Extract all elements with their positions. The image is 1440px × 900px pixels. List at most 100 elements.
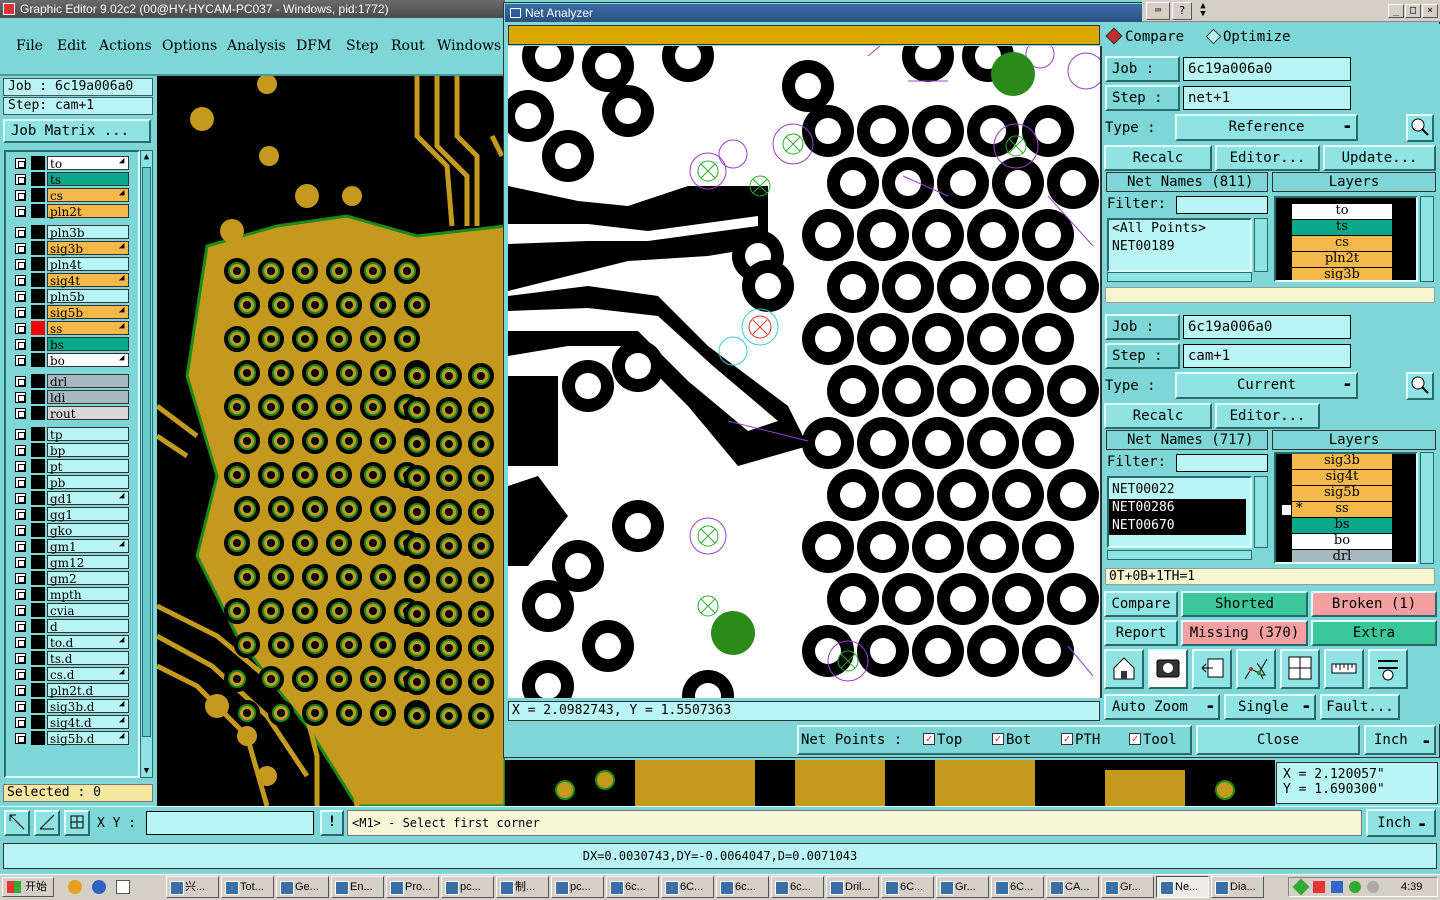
ref-layer-list[interactable]: to ts cs pln2t sig3b	[1274, 196, 1418, 282]
layer-arrow-icon[interactable]: ◢	[119, 539, 128, 549]
menu-analysis[interactable]: Analysis	[227, 38, 286, 54]
taskbar-item[interactable]: CA...	[1046, 876, 1099, 898]
scroll-down-icon[interactable]: ▼	[142, 765, 151, 777]
ref-type-dropdown[interactable]: Reference ▬	[1175, 114, 1358, 141]
top-checkbox[interactable]: ✓	[923, 733, 935, 745]
layer-checkbox[interactable]	[15, 685, 26, 696]
layer-arrow-icon[interactable]: ◢	[119, 305, 128, 315]
layer-marker[interactable]	[31, 475, 45, 489]
cur-filter-input[interactable]	[1176, 454, 1268, 472]
layer-name[interactable]: to.d	[47, 635, 129, 650]
taskbar-item[interactable]: Ge...	[276, 876, 329, 898]
menu-edit[interactable]: Edit	[57, 38, 86, 54]
layer-name[interactable]: sig3b	[47, 241, 129, 256]
undo-icon[interactable]	[1192, 649, 1232, 689]
layer-arrow-icon[interactable]: ◢	[119, 731, 128, 741]
layer-name[interactable]: pln2t.d	[47, 683, 129, 698]
taskbar-item[interactable]: 6C...	[661, 876, 714, 898]
auto-zoom-dropdown[interactable]: Auto Zoom ▬	[1104, 694, 1220, 720]
quicklaunch-icon[interactable]	[92, 880, 106, 894]
layer-row-gko[interactable]: gko	[14, 523, 130, 538]
taskbar-item[interactable]: 6C...	[991, 876, 1044, 898]
layer-arrow-icon[interactable]: ◢	[119, 635, 128, 645]
layer-row-gg1[interactable]: gg1	[14, 507, 130, 522]
list-item[interactable]: NET00022	[1109, 481, 1250, 499]
layer-checkbox[interactable]	[15, 355, 26, 366]
menu-dfm[interactable]: DFM	[296, 38, 331, 54]
ref-net-hscrollbar[interactable]	[1107, 272, 1252, 282]
layer-row-ts[interactable]: ts	[14, 172, 130, 187]
single-dropdown[interactable]: Single ▬	[1224, 694, 1316, 720]
broken-button[interactable]: Broken (1)	[1311, 591, 1437, 617]
tray-icon[interactable]	[1292, 878, 1310, 896]
units-dropdown[interactable]: Inch ▬	[1366, 809, 1436, 837]
layer-marker[interactable]	[31, 241, 45, 255]
layer-name[interactable]: sig4t.d	[47, 715, 129, 730]
ref-step-field[interactable]: net+1	[1183, 86, 1351, 110]
layer-name[interactable]: gg1	[47, 507, 129, 522]
menu-actions[interactable]: Actions	[99, 38, 152, 54]
layer-marker[interactable]	[31, 172, 45, 186]
layer-marker[interactable]	[31, 353, 45, 367]
cur-layer-list[interactable]: sig3b sig4t sig5b * ss bs bo drl	[1274, 452, 1418, 564]
layer-name[interactable]: pln5b	[47, 289, 129, 304]
layer-checkbox[interactable]	[15, 621, 26, 632]
cur-recalc-button[interactable]: Recalc	[1104, 403, 1212, 429]
layer-item[interactable]: cs	[1292, 236, 1392, 252]
layer-row-gm12[interactable]: gm12	[14, 555, 130, 570]
layer-marker[interactable]	[31, 427, 45, 441]
layer-marker[interactable]	[31, 225, 45, 239]
layer-list-scrollbar[interactable]: ▲ ▼	[140, 150, 153, 778]
menu-file[interactable]: File	[16, 38, 43, 54]
layer-arrow-icon[interactable]: ◢	[119, 321, 128, 331]
taskbar-item[interactable]: En...	[331, 876, 384, 898]
layer-row-cvia[interactable]: cvia	[14, 603, 130, 618]
layer-checkbox[interactable]	[15, 557, 26, 568]
cur-layer-scrollbar[interactable]	[1420, 452, 1434, 564]
layer-row-ss[interactable]: ss ◢	[14, 321, 130, 336]
layer-marker[interactable]	[31, 603, 45, 617]
layer-checkbox[interactable]	[15, 339, 26, 350]
layer-marker[interactable]	[31, 731, 45, 745]
layer-name[interactable]: tp	[47, 427, 129, 442]
layer-name[interactable]: gko	[47, 523, 129, 538]
layer-checkbox[interactable]	[15, 733, 26, 744]
layer-checkbox[interactable]	[15, 669, 26, 680]
ref-update-button[interactable]: Update...	[1323, 145, 1436, 171]
layer-arrow-icon[interactable]: ◢	[119, 667, 128, 677]
menu-windows[interactable]: Windows	[437, 38, 501, 54]
layer-checkbox[interactable]	[15, 525, 26, 536]
layer-marker[interactable]	[31, 651, 45, 665]
taskbar-item[interactable]: 6c...	[606, 876, 659, 898]
report-button[interactable]: Report	[1104, 620, 1178, 646]
layer-row-ts-d[interactable]: ts.d	[14, 651, 130, 666]
layer-name[interactable]: to	[47, 156, 129, 171]
layer-checkbox[interactable]	[15, 477, 26, 488]
cur-net-list[interactable]: NET00022 NET00286 NET00670	[1107, 476, 1252, 548]
window-zoom-icon[interactable]	[1280, 649, 1320, 689]
layer-marker[interactable]	[31, 635, 45, 649]
taskbar-item[interactable]: pc...	[551, 876, 604, 898]
layer-marker[interactable]	[31, 156, 45, 170]
layer-item[interactable]: drl	[1292, 550, 1392, 562]
taskbar-item[interactable]: 兴...	[166, 876, 219, 898]
layer-name[interactable]: drl	[47, 374, 129, 389]
layer-row-sig3b-d[interactable]: sig3b.d ◢	[14, 699, 130, 714]
tray-icon[interactable]	[1367, 881, 1379, 893]
layer-name[interactable]: gd1	[47, 491, 129, 506]
layer-marker[interactable]	[31, 257, 45, 271]
layer-checkbox[interactable]	[15, 190, 26, 201]
layer-row-gd1[interactable]: gd1 ◢	[14, 491, 130, 506]
cur-net-scrollbar[interactable]	[1254, 476, 1268, 548]
ref-layer-scrollbar[interactable]	[1420, 196, 1434, 282]
layer-marker[interactable]	[31, 406, 45, 420]
layer-row-tp[interactable]: tp	[14, 427, 130, 442]
layer-arrow-icon[interactable]: ◢	[119, 273, 128, 283]
layer-name[interactable]: ts.d	[47, 651, 129, 666]
layer-arrow-icon[interactable]: ◢	[119, 188, 128, 198]
ref-net-scrollbar[interactable]	[1254, 218, 1268, 272]
tray-icon[interactable]	[1331, 881, 1343, 893]
layer-marker[interactable]	[31, 188, 45, 202]
layer-marker[interactable]	[31, 715, 45, 729]
layer-name[interactable]: pln2t	[47, 204, 129, 219]
